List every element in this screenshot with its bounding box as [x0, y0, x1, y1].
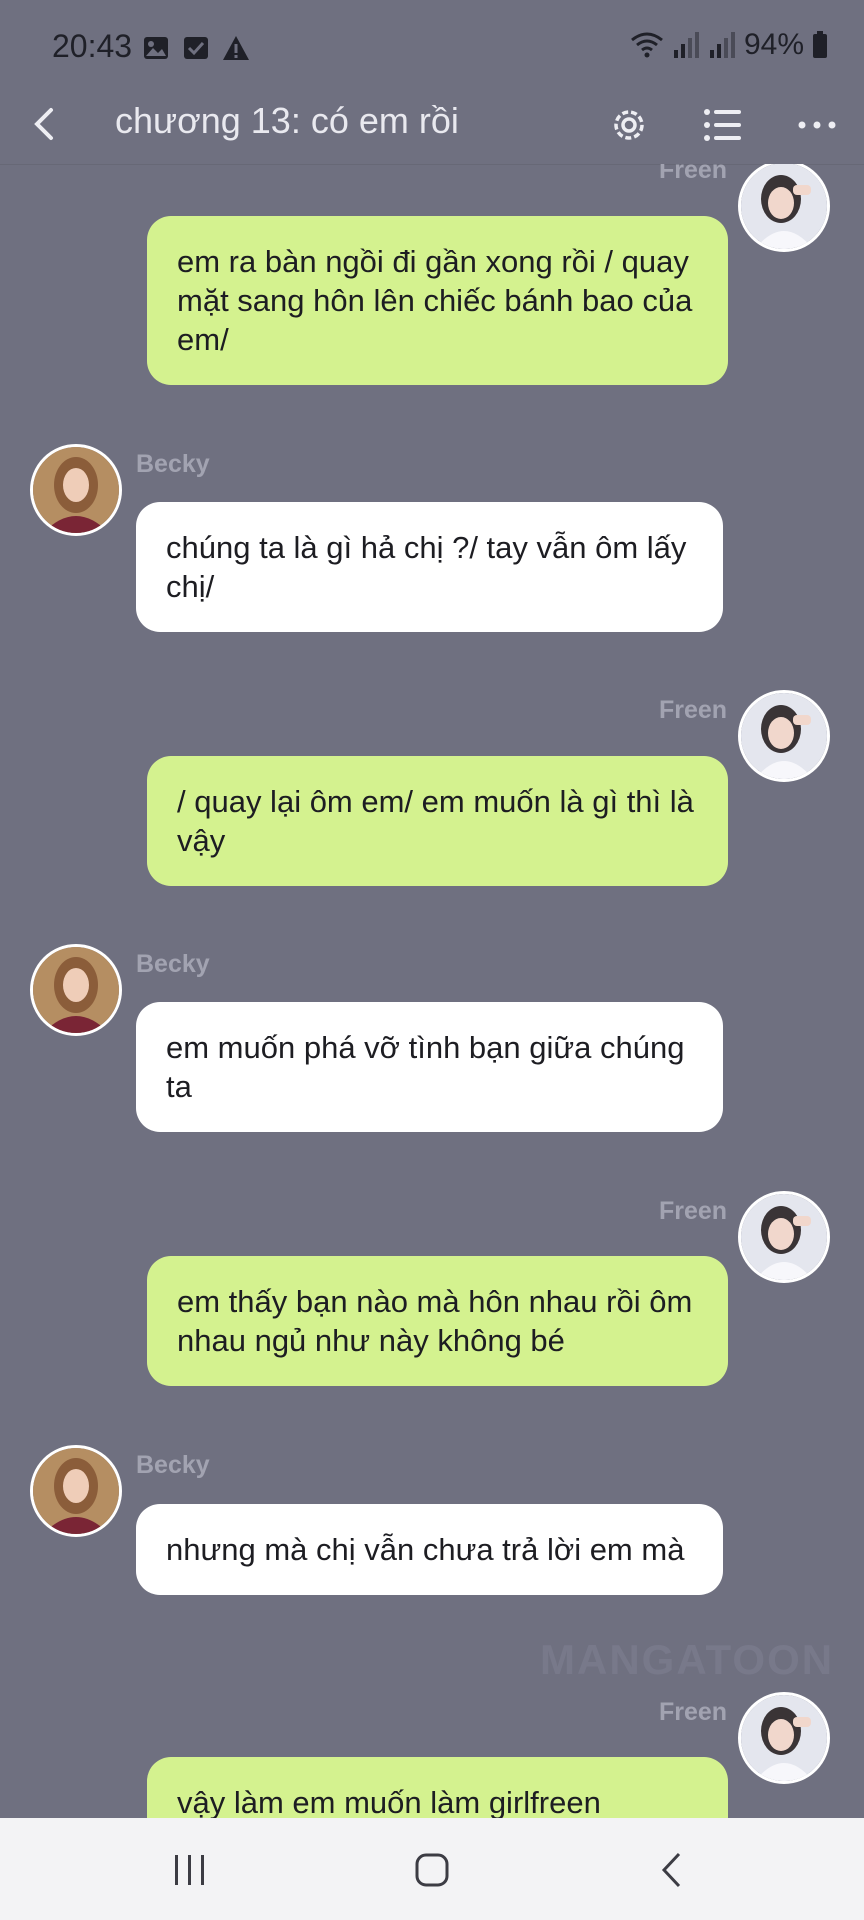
system-nav-bar: [0, 1818, 864, 1920]
avatar[interactable]: [738, 690, 830, 782]
recent-apps-icon: [175, 1855, 204, 1885]
sender-name: Freen: [659, 1197, 728, 1225]
signal-icon: [673, 32, 699, 58]
message-bubble: em muốn phá vỡ tình bạn giữa chúng ta: [136, 1002, 723, 1132]
more-button[interactable]: [788, 96, 846, 154]
home-button[interactable]: [392, 1840, 472, 1900]
watermark: MANGATOON: [540, 1636, 835, 1683]
signal-icon: [709, 32, 735, 58]
back-nav-button[interactable]: [632, 1840, 712, 1900]
sender-name: Becky: [136, 450, 210, 478]
avatar-becky-image: [33, 447, 119, 533]
chat-list[interactable]: Freen em ra bàn ngồi đi gần xong rồi / q…: [0, 164, 864, 1818]
status-time: 20:43: [52, 28, 133, 64]
gallery-icon: [144, 37, 168, 59]
avatar[interactable]: [30, 1445, 122, 1537]
avatar-freen-image: [741, 164, 827, 249]
page-title: chương 13: có em rồi: [115, 100, 459, 141]
message-bubble: chúng ta là gì hả chị ?/ tay vẫn ôm lấy …: [136, 502, 723, 632]
status-right: 94%: [630, 28, 828, 62]
list-icon: [704, 109, 741, 141]
recent-apps-button[interactable]: [150, 1840, 230, 1900]
sender-name: Freen: [659, 164, 728, 184]
status-bar: 20:43 94%: [0, 0, 864, 96]
message-bubble: vậy làm em muốn làm girlfreen: [147, 1757, 728, 1818]
chapter-header: chương 13: có em rồi: [0, 86, 864, 165]
battery-percent: 94%: [743, 28, 804, 61]
gear-icon: [614, 110, 644, 140]
message-bubble: em thấy bạn nào mà hôn nhau rồi ôm nhau …: [147, 1256, 728, 1386]
battery-icon: [813, 31, 827, 58]
home-icon: [415, 1853, 449, 1887]
chapter-list-button[interactable]: [694, 96, 752, 154]
wifi-icon: [631, 32, 663, 58]
avatar[interactable]: [738, 164, 830, 252]
sender-name: Freen: [659, 696, 728, 724]
avatar[interactable]: [738, 1191, 830, 1283]
avatar-freen-image: [741, 693, 827, 779]
status-left-icons: [142, 34, 250, 62]
sender-name: Becky: [136, 1451, 210, 1479]
avatar-freen-image: [741, 1194, 827, 1280]
avatar-freen-image: [741, 1695, 827, 1781]
avatar-becky-image: [33, 947, 119, 1033]
back-icon: [34, 108, 53, 140]
warning-icon: [223, 36, 249, 60]
sender-name: Becky: [136, 950, 210, 978]
settings-button[interactable]: [600, 96, 658, 154]
avatar[interactable]: [30, 944, 122, 1036]
message-bubble: nhưng mà chị vẫn chưa trả lời em mà: [136, 1504, 723, 1595]
avatar-becky-image: [33, 1448, 119, 1534]
sender-name: Freen: [659, 1698, 728, 1726]
more-icon: [798, 121, 836, 129]
back-nav-icon: [661, 1852, 681, 1888]
avatar[interactable]: [738, 1692, 830, 1784]
message-bubble: / quay lại ôm em/ em muốn là gì thì là v…: [147, 756, 728, 886]
checkbox-icon: [184, 37, 208, 59]
message-bubble: em ra bàn ngồi đi gần xong rồi / quay mặ…: [147, 216, 728, 385]
back-button[interactable]: [18, 98, 70, 150]
avatar[interactable]: [30, 444, 122, 536]
